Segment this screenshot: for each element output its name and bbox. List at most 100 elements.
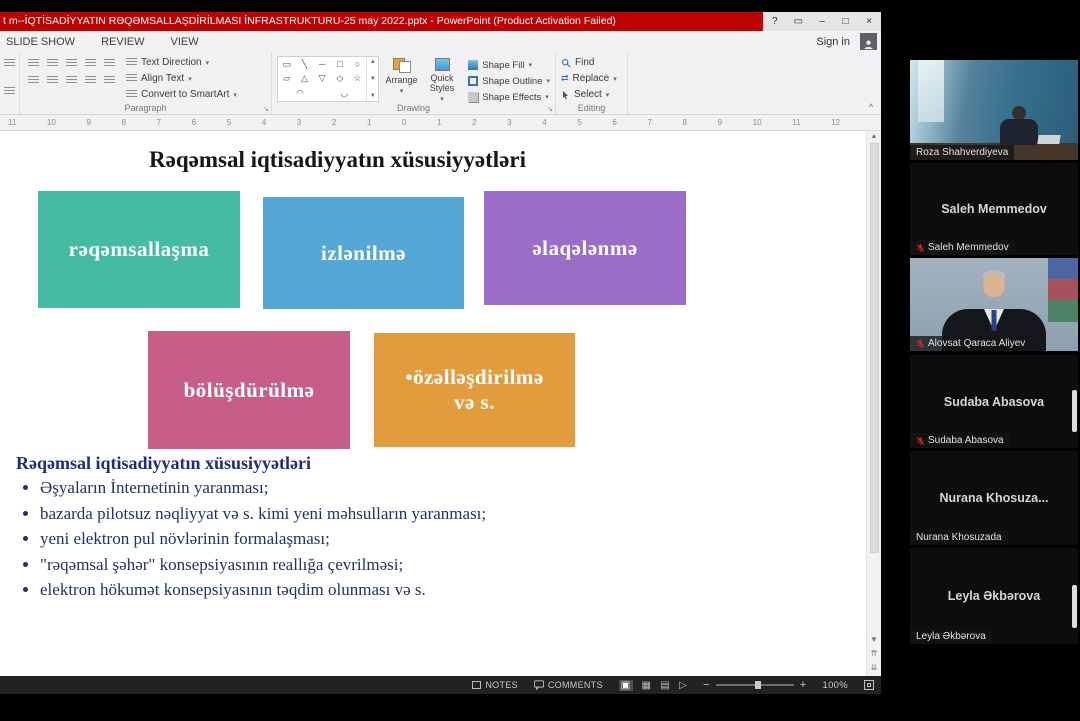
paragraph-dialog-launcher[interactable]: ↘ <box>263 105 269 113</box>
ribbon-group-paragraph: Text Direction ▾ Align Text ▾ Convert to… <box>20 52 272 114</box>
ruler-mark: 2 <box>332 118 336 127</box>
slide-shape-izlenilme[interactable]: izlənilmə <box>263 197 464 309</box>
slide-shape-reqemsallasma[interactable]: rəqəmsallaşma <box>38 191 240 308</box>
slide-shape-bolusdurulme[interactable]: bölüşdürülmə <box>148 331 350 449</box>
help-icon[interactable]: ? <box>763 12 787 31</box>
indent-decrease-button[interactable] <box>63 56 80 70</box>
slide-scrollbar[interactable]: ▲ ▼ ⇈ ⇊ <box>866 131 881 676</box>
fit-slide-to-window-button[interactable] <box>864 680 874 690</box>
chevron-down-icon: ▾ <box>545 93 549 101</box>
zoom-slider-thumb[interactable] <box>755 681 761 689</box>
arrange-button[interactable]: Arrange ▾ <box>383 56 419 105</box>
slide-title[interactable]: Rəqəmsal iqtisadiyyatın xüsusiyyətləri <box>55 147 620 173</box>
zoom-level[interactable]: 100% <box>823 680 849 691</box>
scrollbar-thumb[interactable] <box>870 143 879 553</box>
slide-bullet-list[interactable]: Əşyaların İnternetinin yaranması;bazarda… <box>22 475 722 603</box>
zoom-in-button[interactable]: + <box>800 679 807 691</box>
justify-button[interactable] <box>82 73 99 87</box>
account-icon[interactable] <box>860 33 877 50</box>
gallery-down-icon[interactable]: ▼ <box>370 76 376 82</box>
participant-name-label: Roza Shahverdiyeva <box>910 145 1014 160</box>
shape-option[interactable]: ▱ <box>279 73 294 84</box>
ribbon-display-options-icon[interactable]: ▭ <box>787 12 811 31</box>
shape-option[interactable]: ╲ <box>297 59 312 70</box>
line-spacing-button[interactable] <box>101 56 118 70</box>
slide-shape-ozellesdirilme[interactable]: •özəlləşdirilmə və s. <box>374 333 575 447</box>
minimize-button[interactable]: – <box>810 12 834 31</box>
slide-sorter-view-button[interactable]: ▦ <box>642 680 652 691</box>
shape-outline-button[interactable]: Shape Outline ▾ <box>468 75 550 87</box>
ruler-mark: 0 <box>402 118 406 127</box>
collapse-ribbon-button[interactable]: ^ <box>869 102 873 112</box>
shape-option[interactable]: ▭ <box>279 59 294 70</box>
shape-option[interactable]: ☆ <box>350 73 365 84</box>
participant-tile-saleh[interactable]: Saleh Memmedov Saleh Memmedov <box>910 163 1078 255</box>
align-center-button[interactable] <box>44 73 61 87</box>
chevron-down-icon: ▾ <box>233 91 237 99</box>
participant-tile-alovsat[interactable]: Alovsat Qaraca Aliyev <box>910 258 1078 351</box>
align-left-button[interactable] <box>25 73 42 87</box>
next-slide-icon[interactable]: ⇊ <box>871 663 878 672</box>
paste-button[interactable] <box>2 56 17 70</box>
zoom-slider[interactable] <box>716 684 794 686</box>
shape-option[interactable]: △ <box>297 73 312 84</box>
editing-group-label: Editing <box>556 103 627 113</box>
participant-name-label: Nurana Khosuzada <box>910 530 1008 545</box>
shape-gallery[interactable]: ▭╲─□○ ▱△▽◇☆ ◠ ◡ ▲ ▼ ▼ <box>277 56 379 102</box>
participant-tile-nurana[interactable]: Nurana Khosuza... Nurana Khosuzada <box>910 451 1078 545</box>
comments-button[interactable]: COMMENTS <box>534 680 603 690</box>
replace-button[interactable]: ⇄ Replace ▾ <box>561 72 622 85</box>
align-right-button[interactable] <box>63 73 80 87</box>
chevron-down-icon: ▾ <box>547 77 551 85</box>
notes-icon <box>472 681 481 689</box>
close-button[interactable]: × <box>857 12 881 31</box>
ribbon-tab-row: SLIDE SHOW REVIEW VIEW Sign in <box>0 31 881 52</box>
shape-option[interactable]: ○ <box>350 59 365 70</box>
scroll-up-icon[interactable]: ▲ <box>871 133 878 140</box>
numbering-button[interactable] <box>44 56 61 70</box>
find-button[interactable]: Find <box>561 56 622 69</box>
slideshow-button[interactable]: ▷ <box>679 680 687 691</box>
shape-fill-button[interactable]: Shape Fill ▾ <box>468 59 550 71</box>
muted-mic-icon <box>916 339 925 349</box>
participants-scrollbar-thumb[interactable] <box>1072 585 1077 628</box>
gallery-more-icon[interactable]: ▼ <box>370 93 376 99</box>
shape-gallery-scrollbar[interactable]: ▲ ▼ ▼ <box>366 57 378 101</box>
tab-slide-show[interactable]: SLIDE SHOW <box>6 36 75 48</box>
slide-subheading[interactable]: Rəqəmsal iqtisadiyyatın xüsusiyyətləri <box>16 453 311 474</box>
align-text-button[interactable]: Align Text ▾ <box>126 72 237 85</box>
restore-button[interactable]: □ <box>834 12 858 31</box>
convert-to-smartart-button[interactable]: Convert to SmartArt ▾ <box>126 88 237 101</box>
gallery-up-icon[interactable]: ▲ <box>370 59 376 65</box>
shape-option[interactable]: ▽ <box>315 73 330 84</box>
shape-option[interactable]: □ <box>332 59 347 70</box>
participant-tile-leyla[interactable]: Leyla Əkbərova Leyla Əkbərova <box>910 548 1078 644</box>
columns-button[interactable] <box>101 73 118 87</box>
drawing-dialog-launcher[interactable]: ↘ <box>547 105 553 113</box>
sign-in-link[interactable]: Sign in <box>816 36 850 48</box>
shape-effects-button[interactable]: Shape Effects ▾ <box>468 91 550 103</box>
shape-option[interactable]: ◇ <box>332 73 347 84</box>
participant-tile-roza[interactable]: Roza Shahverdiyeva <box>910 60 1078 160</box>
shape-option[interactable]: ◠ <box>293 88 308 99</box>
tab-review[interactable]: REVIEW <box>101 36 144 48</box>
participant-tile-sudaba[interactable]: Sudaba Abasova Sudaba Abasova <box>910 355 1078 448</box>
scroll-down-icon[interactable]: ▼ <box>870 635 878 644</box>
bullets-button[interactable] <box>25 56 42 70</box>
text-direction-button[interactable]: Text Direction ▾ <box>126 56 237 69</box>
tab-view[interactable]: VIEW <box>170 36 198 48</box>
slide-shape-elaqelenme[interactable]: əlaqələnmə <box>484 191 686 305</box>
shape-option[interactable]: ◡ <box>337 88 352 99</box>
select-button[interactable]: Select ▾ <box>561 88 622 101</box>
shape-option[interactable]: ─ <box>315 59 330 70</box>
previous-slide-icon[interactable]: ⇈ <box>871 649 878 658</box>
format-painter-button[interactable] <box>2 84 17 98</box>
participants-scrollbar-thumb[interactable] <box>1072 390 1077 432</box>
notes-button[interactable]: NOTES <box>472 680 518 690</box>
reading-view-button[interactable]: ▤ <box>660 680 670 691</box>
cursor-icon <box>561 90 570 100</box>
zoom-out-button[interactable]: − <box>703 679 710 691</box>
quick-styles-button[interactable]: Quick Styles ▾ <box>424 56 460 105</box>
normal-view-button[interactable]: ▣ <box>619 680 633 691</box>
indent-increase-button[interactable] <box>82 56 99 70</box>
